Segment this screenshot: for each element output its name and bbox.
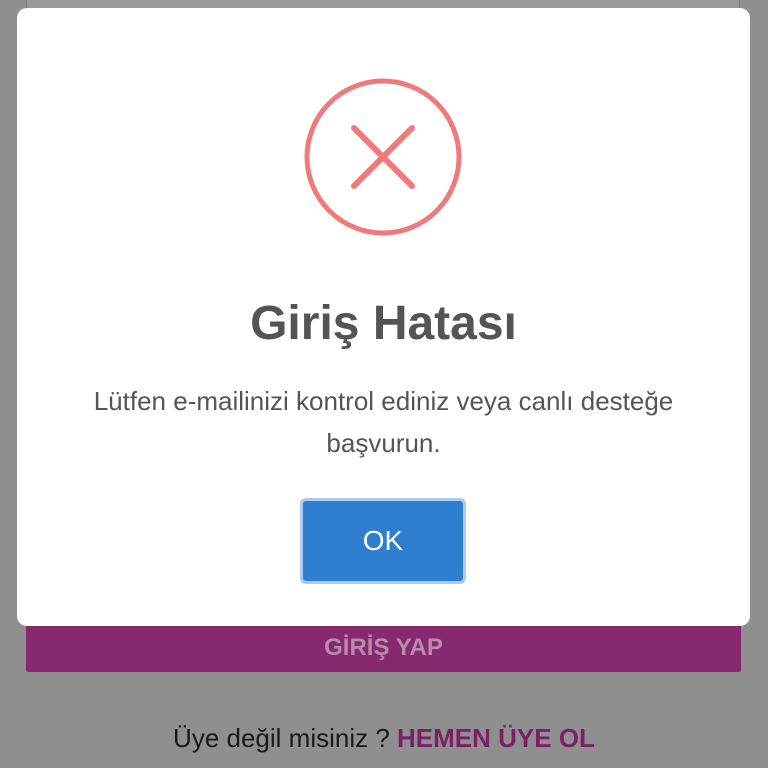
ok-button[interactable]: OK [300,498,466,584]
signup-row: Üye değil misiniz ? HEMEN ÜYE OL [0,722,768,754]
signup-link[interactable]: HEMEN ÜYE OL [397,723,595,753]
error-x-circle-icon [304,78,462,236]
login-screen: buralar00617 GİRİŞ YAP Üye değil misiniz… [0,0,768,768]
error-dialog: Giriş Hatası Lütfen e-mailinizi kontrol … [17,8,750,626]
signup-prompt: Üye değil misiniz ? [173,723,398,753]
dialog-title: Giriş Hatası [250,297,517,350]
dialog-message: Lütfen e-mailinizi kontrol ediniz veya c… [93,386,674,458]
login-button-label: GİRİŞ YAP [324,634,443,661]
